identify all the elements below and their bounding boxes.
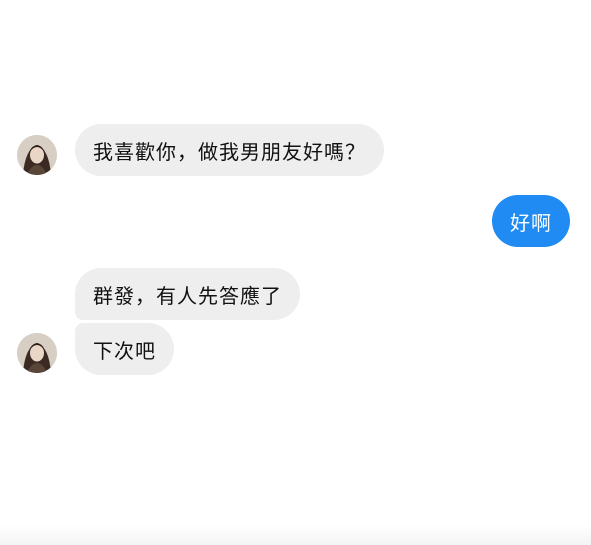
message-bubble-incoming[interactable]: 下次吧 bbox=[75, 323, 174, 375]
contact-avatar[interactable] bbox=[17, 135, 57, 175]
chat-thread: 我喜歡你，做我男朋友好嗎？ 好啊 群發，有人先答應了 下次吧 bbox=[0, 0, 591, 545]
message-bubble-incoming[interactable]: 群發，有人先答應了 bbox=[75, 268, 300, 320]
message-bubble-incoming[interactable]: 我喜歡你，做我男朋友好嗎？ bbox=[75, 124, 384, 176]
avatar-photo-icon bbox=[17, 135, 57, 175]
contact-avatar[interactable] bbox=[17, 333, 57, 373]
message-text: 好啊 bbox=[510, 210, 552, 235]
message-text: 群發，有人先答應了 bbox=[93, 283, 282, 308]
message-text: 我喜歡你，做我男朋友好嗎？ bbox=[93, 139, 366, 164]
message-text: 下次吧 bbox=[93, 338, 156, 363]
message-bubble-outgoing[interactable]: 好啊 bbox=[492, 195, 570, 247]
avatar-photo-icon bbox=[17, 333, 57, 373]
bottom-edge bbox=[0, 525, 591, 545]
